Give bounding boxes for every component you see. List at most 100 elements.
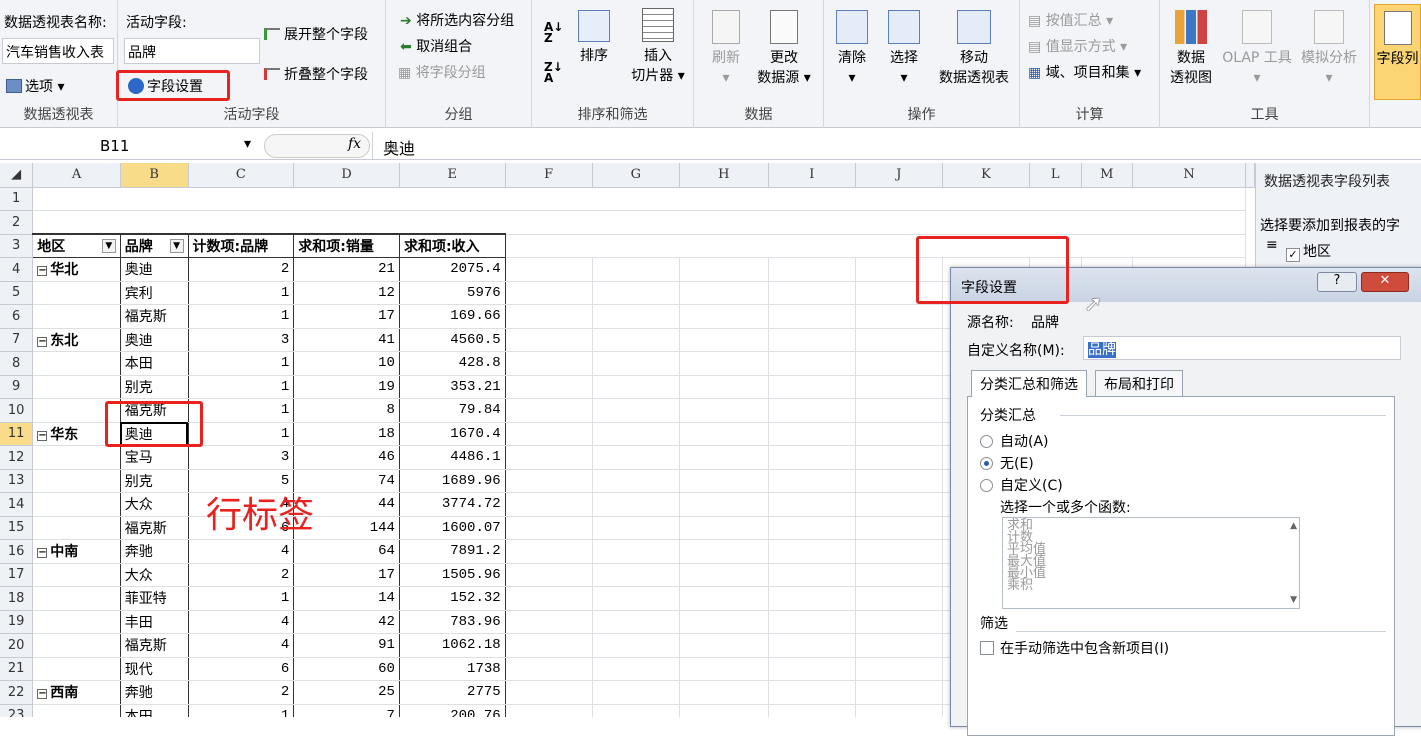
empty-cell[interactable] (679, 469, 769, 493)
empty-cell[interactable] (855, 351, 943, 376)
header-region[interactable]: 地区 ▼ (32, 233, 121, 258)
cell-brand[interactable]: 大众 (120, 563, 189, 587)
empty-cell[interactable] (855, 633, 943, 658)
empty-cell[interactable] (505, 492, 593, 517)
cell-brand[interactable]: 大众 (120, 492, 189, 517)
empty-cell[interactable] (505, 328, 593, 352)
row-header[interactable]: 5 (0, 281, 34, 305)
field-settings-button[interactable]: 字段设置 (128, 76, 203, 96)
row-header[interactable]: 2 (0, 210, 34, 235)
cell-count[interactable]: 2 (188, 563, 295, 587)
row-header[interactable]: 6 (0, 304, 34, 329)
show-values-button[interactable]: ▤ 值显示方式 ▾ (1028, 36, 1127, 56)
group-field-button[interactable]: ▦ 将字段分组 (398, 62, 486, 82)
cell-brand[interactable]: 福克斯 (120, 398, 189, 423)
function-option[interactable]: 乘积 (1007, 579, 1295, 592)
empty-cell[interactable] (679, 351, 769, 376)
empty-cell[interactable] (768, 704, 856, 717)
empty-cell[interactable] (768, 422, 856, 446)
cell-region[interactable] (32, 586, 121, 611)
row-header[interactable]: 4 (0, 257, 34, 282)
cell-region[interactable] (32, 610, 121, 634)
function-option[interactable]: 平均值 (1007, 543, 1295, 556)
empty-cell[interactable] (505, 563, 593, 587)
empty-cell[interactable] (855, 680, 943, 705)
empty-cell[interactable] (855, 422, 943, 446)
cell-brand[interactable]: 别克 (120, 469, 189, 493)
field-list-toggle[interactable]: 字段列 (1374, 4, 1421, 100)
custom-name-input[interactable]: 品牌 (1083, 336, 1401, 360)
empty-cell[interactable] (592, 492, 680, 517)
cell-brand[interactable]: 奔驰 (120, 539, 189, 564)
row-header[interactable]: 14 (0, 492, 34, 517)
cell-brand[interactable]: 奔驰 (120, 680, 189, 705)
cell-count[interactable]: 1 (188, 704, 295, 717)
cell-sales[interactable]: 18 (293, 421, 400, 446)
empty-cell[interactable] (592, 375, 680, 399)
radio-auto[interactable] (980, 435, 993, 448)
cell-region[interactable] (32, 398, 121, 423)
refresh-button[interactable]: 刷新 ▾ (704, 10, 748, 88)
cell-sales[interactable]: 12 (293, 281, 400, 305)
cell-region[interactable] (32, 304, 121, 329)
empty-cell[interactable] (592, 398, 680, 423)
functions-listbox[interactable]: 求和 计数 平均值 最大值 最小值 乘积 ▲ ▼ (1002, 517, 1300, 609)
column-header-f[interactable]: F (505, 163, 593, 188)
empty-cell[interactable] (855, 586, 943, 611)
cell-brand[interactable]: 奥迪 (120, 327, 189, 352)
empty-cell[interactable] (679, 539, 769, 564)
cell-sales[interactable]: 41 (293, 327, 400, 352)
row-header[interactable]: 21 (0, 657, 34, 681)
header-brand[interactable]: 品牌 ▼ (120, 233, 189, 258)
row-header[interactable]: 3 (0, 234, 34, 258)
change-source-button[interactable]: 更改 数据源 ▾ (752, 10, 816, 88)
olap-tools-button[interactable]: OLAP 工具 ▾ (1218, 10, 1296, 88)
cell-count[interactable]: 4 (188, 539, 295, 564)
empty-cell[interactable] (505, 539, 593, 564)
row-header[interactable]: 8 (0, 351, 34, 376)
cell-brand[interactable]: 奥迪 (120, 257, 189, 282)
empty-cell[interactable] (505, 516, 593, 540)
insert-slicer-button[interactable]: 插入 切片器 ▾ (628, 8, 688, 86)
empty-cell[interactable] (592, 422, 680, 446)
empty-cell[interactable] (768, 398, 856, 423)
fx-icon[interactable]: fx (348, 136, 361, 152)
column-header-m[interactable]: M (1081, 163, 1134, 188)
empty-cell[interactable] (505, 680, 593, 705)
cell-revenue[interactable]: 2775 (399, 680, 506, 705)
cell-region[interactable] (32, 445, 121, 470)
cell-region[interactable] (32, 469, 121, 493)
empty-cell[interactable] (505, 657, 593, 681)
empty-cell[interactable] (505, 633, 593, 658)
cell-count[interactable]: 1 (188, 375, 295, 399)
empty-cell[interactable] (768, 257, 856, 282)
cell-sales[interactable]: 10 (293, 351, 400, 376)
cell-count[interactable]: 1 (188, 281, 295, 305)
empty-cell[interactable] (505, 469, 593, 493)
cell-region[interactable] (32, 563, 121, 587)
cell-revenue[interactable]: 3774.72 (399, 492, 506, 517)
empty-cell[interactable] (679, 586, 769, 611)
empty-cell[interactable] (679, 704, 769, 717)
row-header[interactable]: 1 (0, 187, 34, 211)
collapse-minus-icon[interactable]: − (37, 266, 48, 277)
cell-revenue[interactable]: 2075.4 (399, 257, 506, 282)
collapse-minus-icon[interactable]: − (37, 689, 48, 700)
header-count[interactable]: 计数项:品牌 (188, 233, 295, 258)
expand-field-button[interactable]: 展开整个字段 (264, 24, 368, 44)
cell-brand[interactable]: 现代 (120, 657, 189, 681)
empty-cell[interactable] (679, 633, 769, 658)
options-button[interactable]: 选项 ▾ (6, 76, 64, 96)
cell-count[interactable]: 1 (188, 586, 295, 611)
column-header-b[interactable]: B (120, 163, 189, 188)
empty-cell[interactable] (679, 563, 769, 587)
include-new-items-checkbox[interactable] (980, 641, 994, 655)
empty-cell[interactable] (592, 281, 680, 305)
cell-count[interactable]: 3 (188, 327, 295, 352)
empty-cell[interactable] (855, 398, 943, 423)
function-option[interactable]: 计数 (1007, 531, 1295, 544)
cell-brand[interactable]: 福克斯 (120, 304, 189, 329)
scroll-down-icon[interactable]: ▼ (1290, 594, 1297, 606)
function-option[interactable]: 最小值 (1007, 567, 1295, 580)
empty-cell[interactable] (592, 704, 680, 717)
